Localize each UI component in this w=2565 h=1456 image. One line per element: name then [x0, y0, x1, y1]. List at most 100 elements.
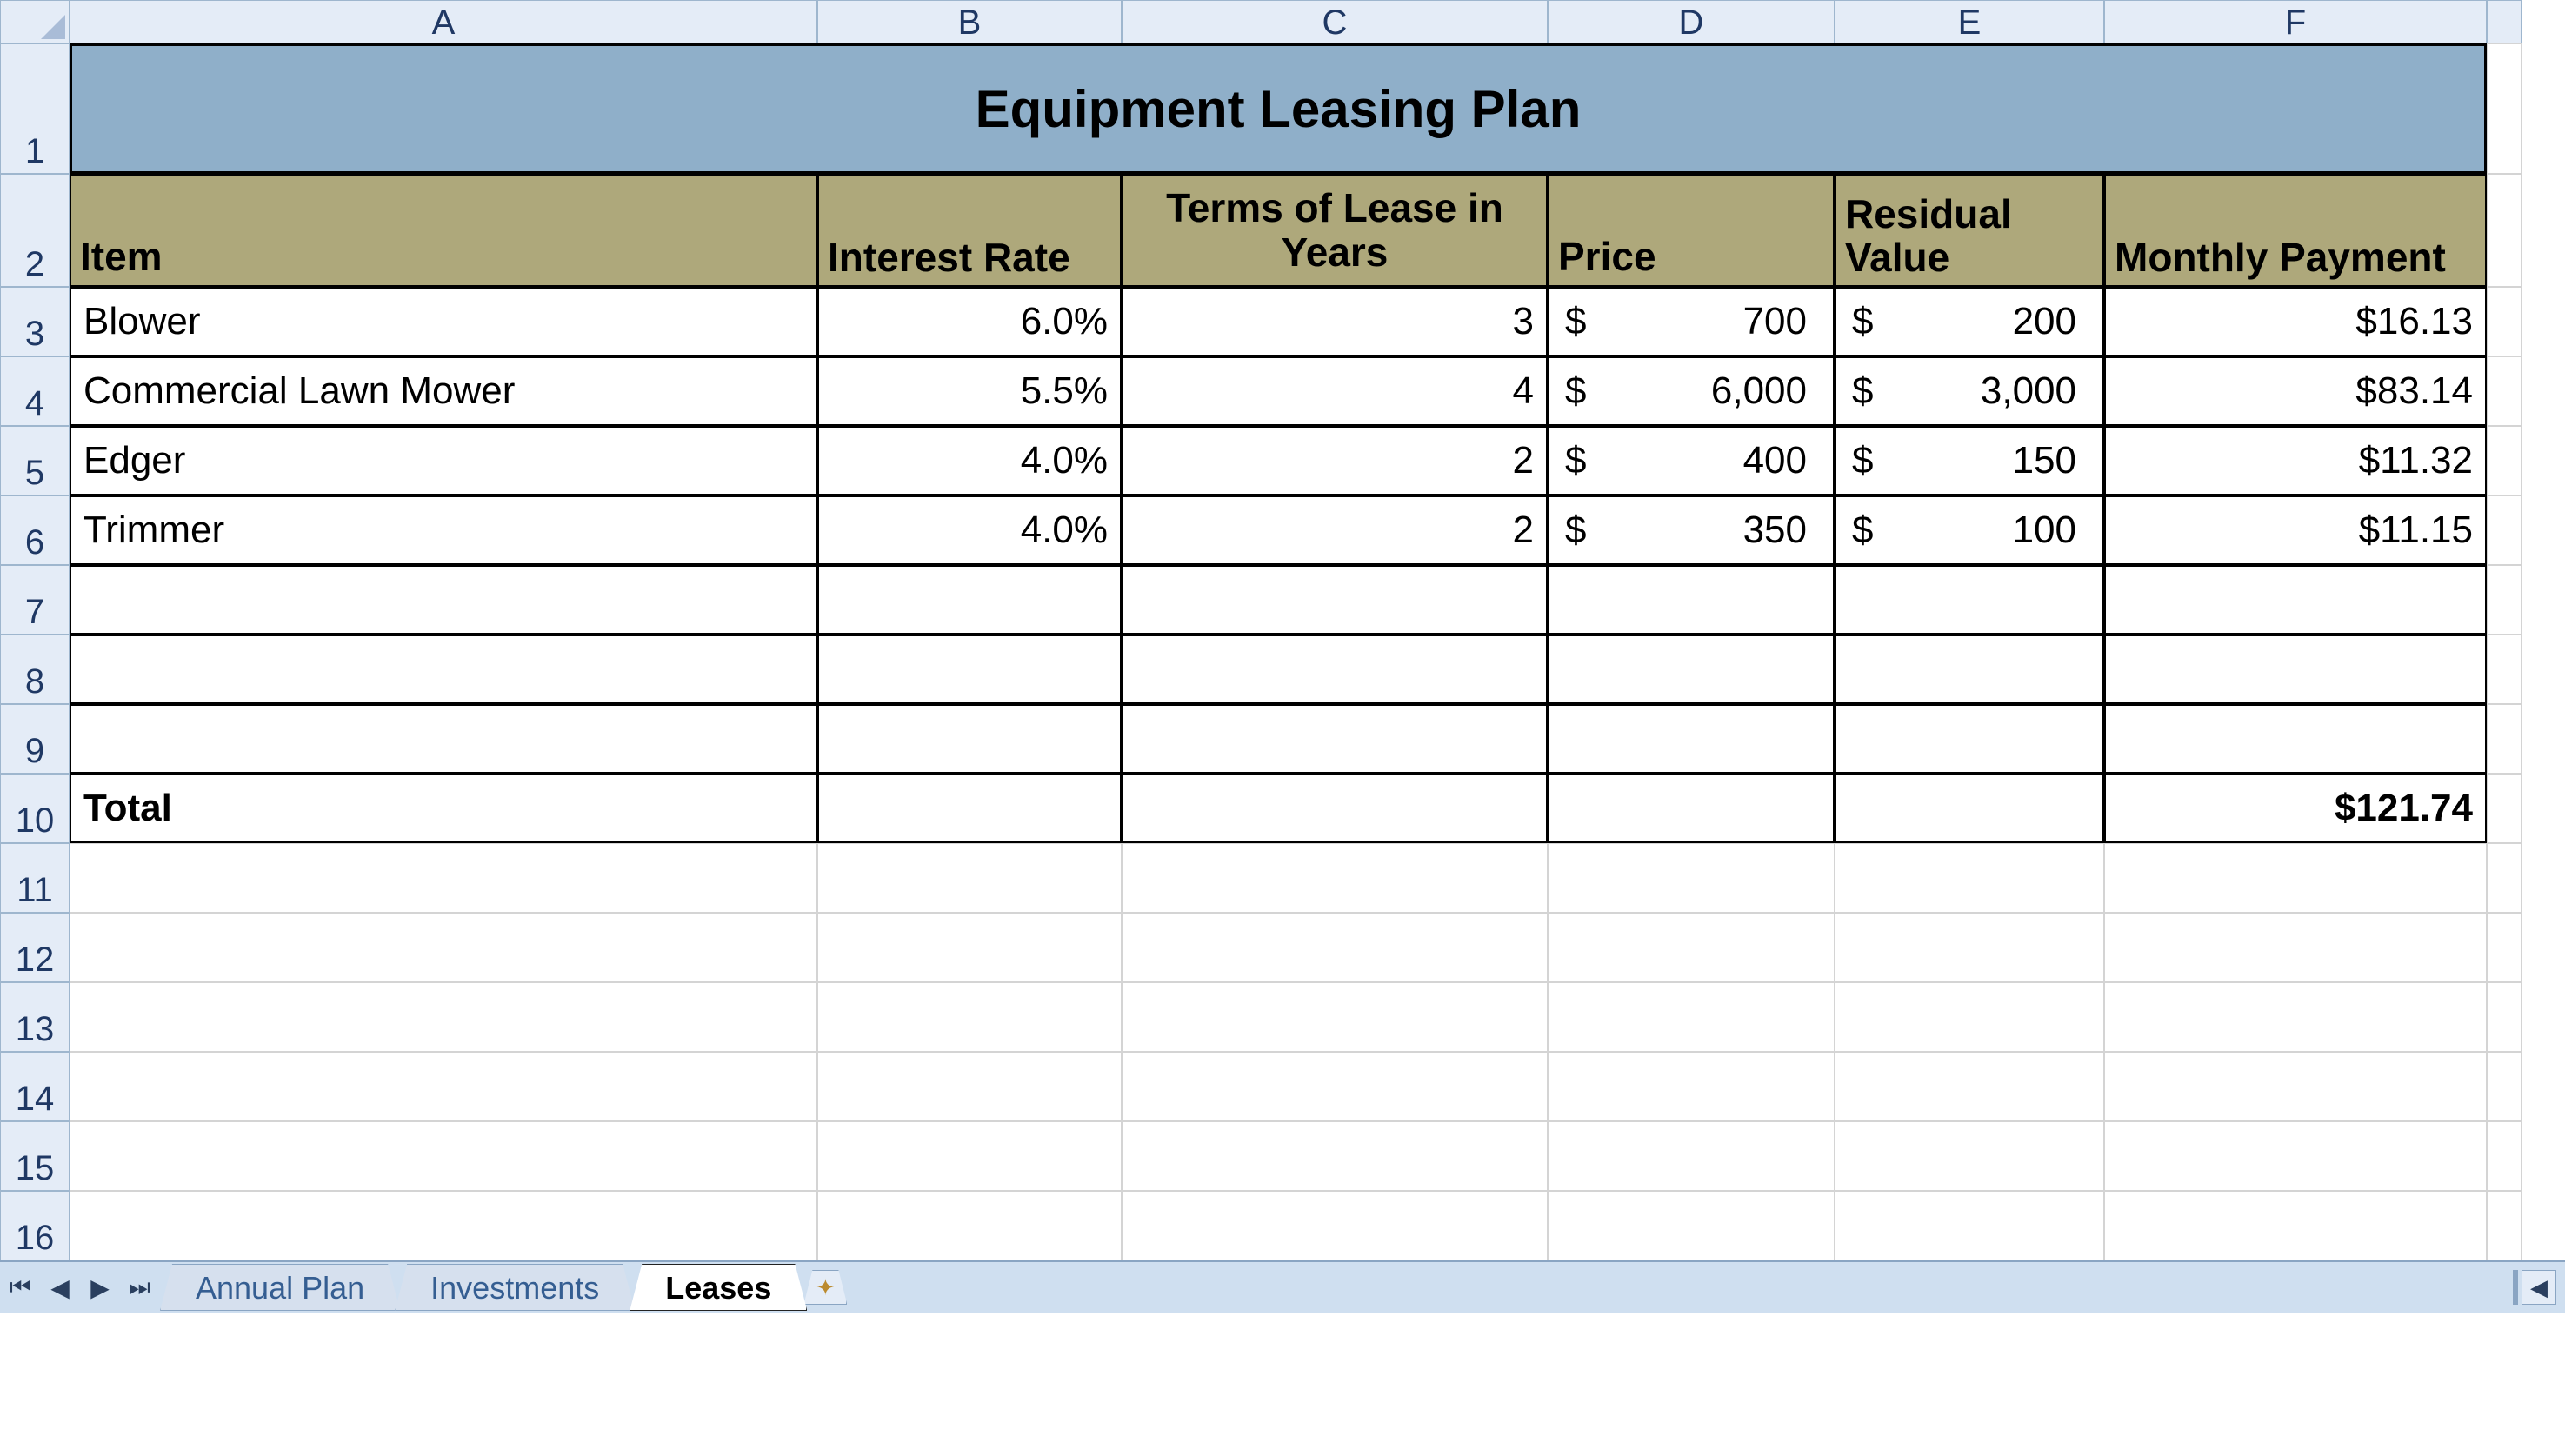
cell-blank[interactable] — [2487, 356, 2522, 426]
tab-investments[interactable]: Investments — [395, 1264, 635, 1311]
cell-blank[interactable] — [2487, 426, 2522, 495]
first-sheet-icon[interactable]: ⏮ — [0, 1266, 40, 1309]
cell-price[interactable]: $6,000 — [1548, 356, 1835, 426]
row-header-11[interactable]: 11 — [0, 843, 70, 913]
cell-terms[interactable]: 2 — [1122, 426, 1548, 495]
cell-empty[interactable] — [2104, 565, 2487, 635]
row-header-6[interactable]: 6 — [0, 495, 70, 565]
col-header-D[interactable]: D — [1548, 0, 1835, 43]
new-sheet-icon[interactable]: ✦ — [803, 1270, 847, 1305]
cell-empty[interactable] — [1835, 774, 2104, 843]
cell-empty[interactable] — [1122, 565, 1548, 635]
cell-empty[interactable] — [817, 774, 1122, 843]
col-header-A[interactable]: A — [70, 0, 817, 43]
col-header-E[interactable]: E — [1835, 0, 2104, 43]
cell-empty[interactable] — [70, 704, 817, 774]
cell-blank[interactable] — [2487, 704, 2522, 774]
spreadsheet-grid[interactable]: A B C D E F 1 Equipment Leasing Plan 2 I… — [0, 0, 2565, 1260]
horizontal-scrollbar[interactable]: ◀ — [2513, 1270, 2565, 1305]
prev-sheet-icon[interactable]: ◀ — [40, 1266, 80, 1309]
row-header-10[interactable]: 10 — [0, 774, 70, 843]
row-header-2[interactable]: 2 — [0, 174, 70, 287]
cell-payment[interactable]: $11.15 — [2104, 495, 2487, 565]
row-header-4[interactable]: 4 — [0, 356, 70, 426]
cell-empty[interactable] — [70, 565, 817, 635]
cell-blank[interactable] — [2487, 774, 2522, 843]
row-header-7[interactable]: 7 — [0, 565, 70, 635]
cell-rate[interactable]: 4.0% — [817, 495, 1122, 565]
cell-item[interactable]: Edger — [70, 426, 817, 495]
cell-empty[interactable] — [1122, 635, 1548, 704]
row-header-1[interactable]: 1 — [0, 43, 70, 174]
cell-empty[interactable] — [70, 635, 817, 704]
header-terms[interactable]: Terms of Lease in Years — [1122, 174, 1548, 287]
cell-empty[interactable] — [2104, 635, 2487, 704]
cell-empty[interactable] — [817, 704, 1122, 774]
row-header-3[interactable]: 3 — [0, 287, 70, 356]
cell-empty[interactable] — [2104, 704, 2487, 774]
cell-payment[interactable]: $11.32 — [2104, 426, 2487, 495]
row-header-15[interactable]: 15 — [0, 1121, 70, 1191]
cell-empty[interactable] — [817, 635, 1122, 704]
cell-empty[interactable] — [1548, 635, 1835, 704]
cell-terms[interactable]: 4 — [1122, 356, 1548, 426]
col-header-B[interactable]: B — [817, 0, 1122, 43]
header-payment[interactable]: Monthly Payment — [2104, 174, 2487, 287]
sheet-title[interactable]: Equipment Leasing Plan — [70, 43, 2487, 174]
cell-blank[interactable] — [2487, 287, 2522, 356]
select-all-corner[interactable] — [0, 0, 70, 43]
col-header-C[interactable]: C — [1122, 0, 1548, 43]
last-sheet-icon[interactable]: ⏭ — [120, 1266, 160, 1309]
header-item[interactable]: Item — [70, 174, 817, 287]
cell-blank[interactable] — [2487, 495, 2522, 565]
cell-empty[interactable] — [1548, 704, 1835, 774]
cell-residual[interactable]: $3,000 — [1835, 356, 2104, 426]
cell-payment[interactable]: $16.13 — [2104, 287, 2487, 356]
cell-terms[interactable]: 3 — [1122, 287, 1548, 356]
row-header-9[interactable]: 9 — [0, 704, 70, 774]
cell-residual[interactable]: $200 — [1835, 287, 2104, 356]
row-header-14[interactable]: 14 — [0, 1052, 70, 1121]
row-header-5[interactable]: 5 — [0, 426, 70, 495]
cell-price[interactable]: $400 — [1548, 426, 1835, 495]
cell-empty[interactable] — [1548, 774, 1835, 843]
cell-empty[interactable] — [70, 843, 817, 913]
scroll-left-icon[interactable]: ◀ — [2522, 1270, 2556, 1305]
header-rate[interactable]: Interest Rate — [817, 174, 1122, 287]
cell-item[interactable]: Trimmer — [70, 495, 817, 565]
row-header-13[interactable]: 13 — [0, 982, 70, 1052]
cell-empty[interactable] — [1122, 774, 1548, 843]
cell-empty[interactable] — [1835, 635, 2104, 704]
cell-blank[interactable] — [2487, 635, 2522, 704]
cell-empty[interactable] — [817, 565, 1122, 635]
cell-blank[interactable] — [2487, 565, 2522, 635]
tab-leases[interactable]: Leases — [630, 1264, 807, 1311]
cell-payment[interactable]: $83.14 — [2104, 356, 2487, 426]
cell-total-payment[interactable]: $121.74 — [2104, 774, 2487, 843]
cell-terms[interactable]: 2 — [1122, 495, 1548, 565]
col-header-F[interactable]: F — [2104, 0, 2487, 43]
cell-residual[interactable]: $150 — [1835, 426, 2104, 495]
cell-rate[interactable]: 4.0% — [817, 426, 1122, 495]
cell-item[interactable]: Blower — [70, 287, 817, 356]
header-residual[interactable]: Residual Value — [1835, 174, 2104, 287]
cell-empty[interactable] — [1835, 704, 2104, 774]
cell-total-label[interactable]: Total — [70, 774, 817, 843]
cell-residual[interactable]: $100 — [1835, 495, 2104, 565]
cell-empty[interactable] — [1548, 565, 1835, 635]
cell-rate[interactable]: 5.5% — [817, 356, 1122, 426]
tab-annual-plan[interactable]: Annual Plan — [160, 1264, 400, 1311]
row-header-8[interactable]: 8 — [0, 635, 70, 704]
row-header-16[interactable]: 16 — [0, 1191, 70, 1260]
cell-item[interactable]: Commercial Lawn Mower — [70, 356, 817, 426]
cell-blank[interactable] — [2487, 43, 2522, 174]
cell-price[interactable]: $700 — [1548, 287, 1835, 356]
header-price[interactable]: Price — [1548, 174, 1835, 287]
cell-price[interactable]: $350 — [1548, 495, 1835, 565]
row-header-12[interactable]: 12 — [0, 913, 70, 982]
cell-rate[interactable]: 6.0% — [817, 287, 1122, 356]
cell-empty[interactable] — [1835, 565, 2104, 635]
cell-empty[interactable] — [1122, 704, 1548, 774]
cell-blank[interactable] — [2487, 174, 2522, 287]
next-sheet-icon[interactable]: ▶ — [80, 1266, 120, 1309]
